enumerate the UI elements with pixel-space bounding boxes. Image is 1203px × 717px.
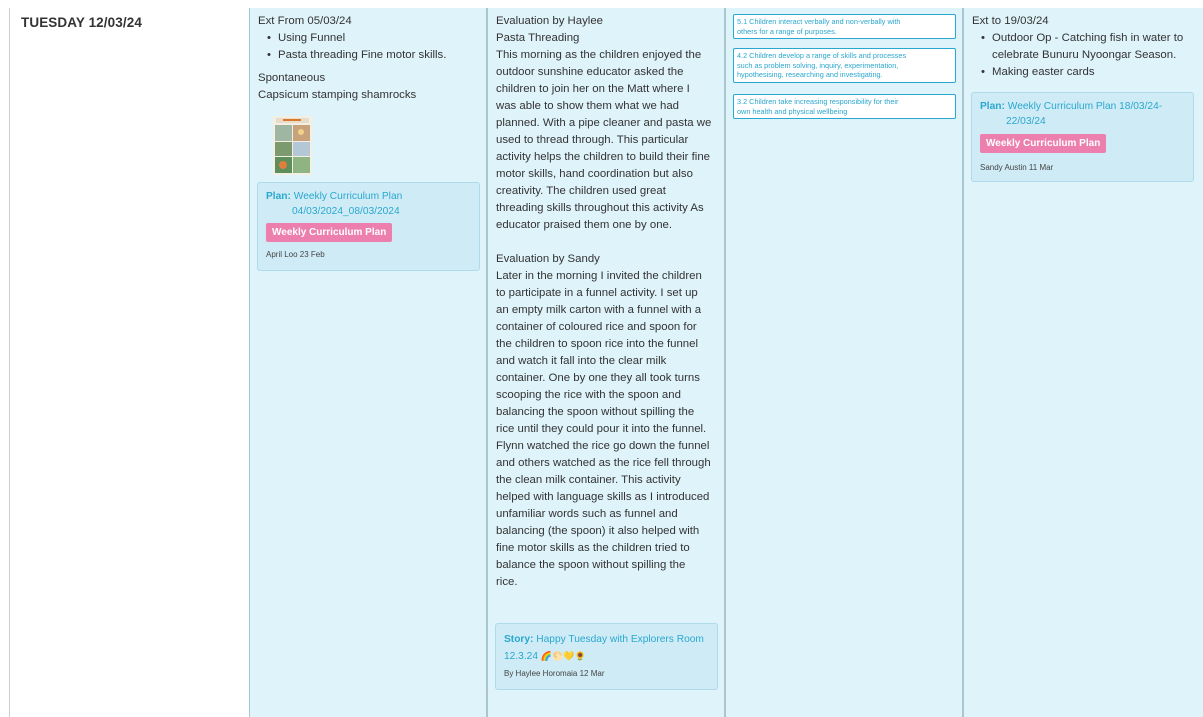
- text-line: and others watched as the rice fell thro…: [496, 457, 711, 469]
- text-line: rice.: [496, 576, 518, 588]
- text-line: planned. With a pipe cleaner and pasta w…: [496, 117, 712, 129]
- text-line: unfamiliar words such as funnel and: [496, 508, 678, 520]
- text-line: children to join her on the Matt where I: [496, 83, 690, 95]
- eval2-text: Later in the morning I invited the child…: [496, 268, 720, 591]
- text-line: container. One by one they all took turn…: [496, 372, 700, 384]
- plan-link-date[interactable]: 22/03/24: [1006, 116, 1046, 127]
- outcome-tag-5-1[interactable]: 5.1 Children interact verbally and non-v…: [733, 14, 956, 40]
- plan-card: Plan: Weekly Curriculum Plan 04/03/2024_…: [257, 182, 480, 271]
- eval1-text: This morning as the children enjoyed the…: [496, 47, 720, 234]
- story-author-meta: By Haylee Horomaia 12 Mar: [504, 669, 605, 678]
- outcome-text: 5.1 Children interact verbally and non-v…: [737, 17, 901, 26]
- story-link[interactable]: Story: Happy Tuesday with Explorers Room: [504, 632, 704, 647]
- text-line: educator praised them one by one.: [496, 219, 673, 231]
- text-line: helped with language skills as I introdu…: [496, 491, 710, 503]
- list-item-text: Outdoor Op - Catching fish in water to: [992, 32, 1184, 44]
- text-line: container of coloured rice and spoon for: [496, 321, 697, 333]
- list-item: Making easter cards: [981, 64, 1198, 81]
- text-line: fine motor skills as the children tried …: [496, 542, 690, 554]
- left-divider: [9, 8, 10, 717]
- weekly-curriculum-plan-button[interactable]: Weekly Curriculum Plan: [266, 223, 393, 242]
- day-heading: TUESDAY 12/03/24: [21, 15, 142, 30]
- text-line: scooping the rice with the spoon and: [496, 389, 681, 401]
- text-line: to participate in a funnel activity. I s…: [496, 287, 698, 299]
- plan-card: Plan: Weekly Curriculum Plan 18/03/24- 2…: [971, 92, 1194, 182]
- text-line: and watch it fall into the clear milk: [496, 355, 667, 367]
- eval1-subheading: Pasta Threading: [496, 32, 580, 44]
- text-line: balance the spoon without spilling the: [496, 559, 686, 571]
- outcome-text: own health and physical wellbeing: [737, 106, 848, 116]
- list-item: Using Funnel: [267, 30, 480, 47]
- story-link-text[interactable]: Happy Tuesday with Explorers Room: [536, 634, 704, 645]
- text-line: rice until they could pour it into the f…: [496, 423, 707, 435]
- eval1-heading: Evaluation by Haylee: [496, 15, 604, 27]
- column-extension-to: Ext to 19/03/24 Outdoor Op - Catching fi…: [963, 8, 1203, 717]
- column-outcomes: 5.1 Children interact verbally and non-v…: [725, 8, 963, 717]
- story-link-date[interactable]: 12.3.24: [504, 651, 538, 662]
- text-line: was able to show them what we had: [496, 100, 679, 112]
- col1-spontaneous: Spontaneous: [258, 72, 326, 84]
- text-line: outdoor sunshine educator asked the: [496, 66, 684, 78]
- plan-link[interactable]: Plan: Weekly Curriculum Plan: [266, 189, 402, 204]
- plan-label: Plan:: [980, 101, 1005, 112]
- text-line: the children to spoon rice into the funn…: [496, 338, 699, 350]
- list-item-text: celebrate Bunuru Nyoongar Season.: [992, 49, 1177, 61]
- text-line: creativity. The children used great: [496, 185, 666, 197]
- column-evaluation: Evaluation by Haylee Pasta Threading Thi…: [487, 8, 725, 717]
- outcome-text: others for a range of purposes.: [737, 26, 837, 36]
- outcome-tag-4-2[interactable]: 4.2 Children develop a range of skills a…: [733, 48, 956, 83]
- column-extension-from: Ext From 05/03/24 Using Funnel Pasta thr…: [249, 8, 487, 717]
- col1-heading: Ext From 05/03/24: [258, 15, 352, 27]
- plan-author-meta: Sandy Austin 11 Mar: [980, 163, 1054, 172]
- list-item: Outdoor Op - Catching fish in water to c…: [981, 30, 1198, 64]
- plan-label: Plan:: [266, 191, 291, 202]
- plan-link-date[interactable]: 04/03/2024_08/03/2024: [292, 206, 400, 217]
- list-item: Pasta threading Fine motor skills.: [267, 47, 480, 64]
- text-line: This morning as the children enjoyed the: [496, 49, 702, 61]
- list-item-text: Making easter cards: [992, 66, 1095, 78]
- text-line: an empty milk carton with a funnel with …: [496, 304, 702, 316]
- outcome-text: hypothesising, researching and investiga…: [737, 70, 883, 80]
- text-line: Later in the morning I invited the child…: [496, 270, 702, 282]
- col1-bullet-list: Using Funnel Pasta threading Fine motor …: [258, 30, 480, 64]
- text-line: motor skills, hand coordination but also: [496, 168, 693, 180]
- plan-author-meta: April Loo 23 Feb: [266, 250, 325, 259]
- plan-link-text[interactable]: Weekly Curriculum Plan: [294, 191, 403, 202]
- story-label: Story:: [504, 634, 534, 645]
- text-line: used to thread through. This particular: [496, 134, 689, 146]
- outcome-text: 4.2 Children develop a range of skills a…: [737, 51, 907, 60]
- outcome-text: 3.2 Children take increasing responsibil…: [737, 97, 899, 106]
- text-line: the clean milk container. This activity: [496, 474, 681, 486]
- eval2-heading: Evaluation by Sandy: [496, 253, 600, 265]
- text-line: threading skills throughout this activit…: [496, 202, 704, 214]
- photo-thumbnail[interactable]: [273, 116, 312, 175]
- plan-link-text[interactable]: Weekly Curriculum Plan 18/03/24-: [1008, 101, 1162, 112]
- text-line: activity helps the children to build the…: [496, 151, 711, 163]
- outcome-text: such as problem solving, inquiry, experi…: [737, 60, 899, 70]
- weekly-curriculum-plan-button[interactable]: Weekly Curriculum Plan: [980, 134, 1107, 153]
- plan-link[interactable]: Plan: Weekly Curriculum Plan 18/03/24-: [980, 99, 1162, 114]
- story-emoji: 🌈🌕💛🌻: [540, 651, 586, 661]
- col4-bullet-list: Outdoor Op - Catching fish in water to c…: [972, 30, 1198, 81]
- story-card: Story: Happy Tuesday with Explorers Room…: [495, 623, 718, 690]
- text-line: Flynn watched the rice go down the funne…: [496, 440, 710, 452]
- text-line: balancing (the spoon) it also helped wit…: [496, 525, 700, 537]
- text-line: balancing the spoon without spilling the: [496, 406, 695, 418]
- outcome-tag-3-2[interactable]: 3.2 Children take increasing responsibil…: [733, 94, 956, 120]
- col4-heading: Ext to 19/03/24: [972, 15, 1049, 27]
- col1-activity: Capsicum stamping shamrocks: [258, 89, 417, 101]
